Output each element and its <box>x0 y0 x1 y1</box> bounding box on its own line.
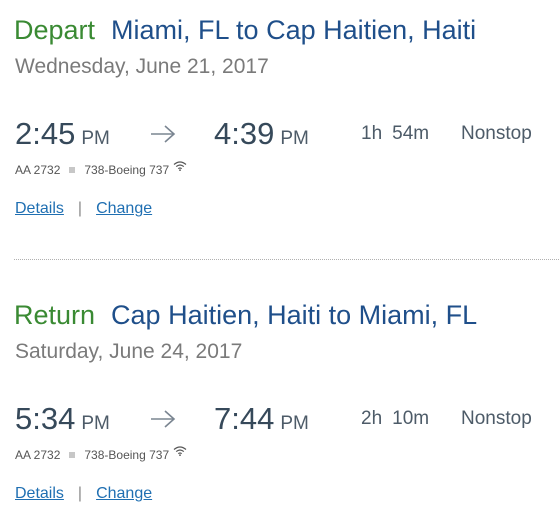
segment-heading: Return Cap Haitien, Haiti to Miami, FL <box>14 298 477 332</box>
details-link[interactable]: Details <box>15 485 64 502</box>
departure-time-value: 5:34 <box>15 401 76 436</box>
flight-info: AA 2732 738-Boeing 737 <box>15 161 187 179</box>
departure-time: 5:34 PM <box>15 399 110 445</box>
flight-times-row: 5:34 PM 7:44 PM 2h 10m Nonstop <box>0 399 559 439</box>
arrival-time: 7:44 PM <box>214 399 309 445</box>
segment-links: Details | Change <box>15 198 152 220</box>
section-divider <box>14 259 559 260</box>
arrival-time: 4:39 PM <box>214 114 309 160</box>
arrival-time-value: 7:44 <box>214 401 275 436</box>
aircraft-type: 738-Boeing 737 <box>84 448 170 462</box>
travel-date: Wednesday, June 21, 2017 <box>15 55 269 78</box>
duration-hours: 1h <box>361 123 383 144</box>
wifi-icon <box>173 446 187 456</box>
square-separator-icon <box>69 452 76 459</box>
stops-label: Nonstop <box>461 123 532 144</box>
trip-summary: Depart Miami, FL to Cap Haitien, Haiti We… <box>0 0 559 514</box>
segment-heading: Depart Miami, FL to Cap Haitien, Haiti <box>14 13 476 47</box>
departure-ampm: PM <box>81 128 110 149</box>
duration-minutes: 54m <box>392 123 430 144</box>
arrow-right-icon <box>151 125 176 143</box>
segment-links: Details | Change <box>15 483 152 505</box>
duration-minutes: 10m <box>392 408 430 429</box>
aircraft-type: 738-Boeing 737 <box>84 163 170 177</box>
link-separator: | <box>77 200 83 217</box>
departure-ampm: PM <box>81 413 110 434</box>
departure-time-value: 2:45 <box>15 116 76 151</box>
arrival-ampm: PM <box>280 413 309 434</box>
flight-number: AA 2732 <box>15 448 61 462</box>
arrow-right-icon <box>151 410 176 428</box>
flight-duration: 1h 54m <box>361 114 429 154</box>
link-separator: | <box>77 485 83 502</box>
change-link[interactable]: Change <box>96 200 152 217</box>
direction-label: Depart <box>14 15 96 45</box>
flight-number: AA 2732 <box>15 163 61 177</box>
square-separator-icon <box>69 167 76 174</box>
travel-date: Saturday, June 24, 2017 <box>15 340 243 363</box>
details-link[interactable]: Details <box>15 200 64 217</box>
stops-label: Nonstop <box>461 408 532 429</box>
departure-time: 2:45 PM <box>15 114 110 160</box>
direction-label: Return <box>14 300 96 330</box>
flight-times-row: 2:45 PM 4:39 PM 1h 54m Nonstop <box>0 114 559 154</box>
route-label: Cap Haitien, Haiti to Miami, FL <box>111 300 478 330</box>
duration-hours: 2h <box>361 408 383 429</box>
arrival-ampm: PM <box>280 128 309 149</box>
arrival-time-value: 4:39 <box>214 116 275 151</box>
wifi-icon <box>173 161 187 171</box>
change-link[interactable]: Change <box>96 485 152 502</box>
flight-info: AA 2732 738-Boeing 737 <box>15 446 187 464</box>
route-label: Miami, FL to Cap Haitien, Haiti <box>111 15 477 45</box>
flight-duration: 2h 10m <box>361 399 429 439</box>
